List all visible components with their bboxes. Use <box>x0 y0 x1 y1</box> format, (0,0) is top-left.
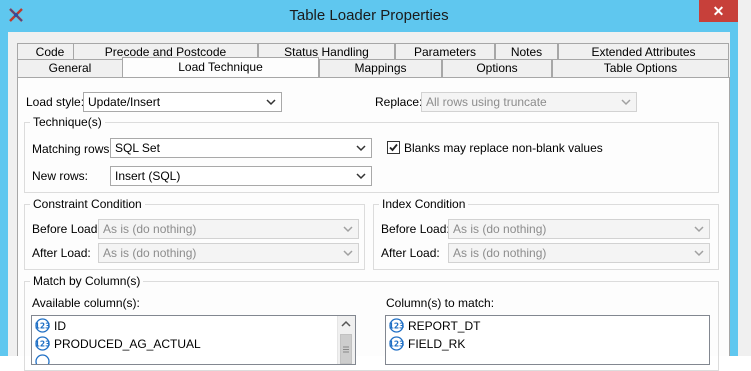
index-before-label: Before Load: <box>381 222 450 236</box>
index-after-select[interactable]: As is (do nothing) <box>448 243 710 263</box>
tab-options[interactable]: Options <box>442 59 552 77</box>
new-rows-select[interactable]: Insert (SQL) <box>110 166 372 186</box>
chevron-down-icon <box>343 250 353 257</box>
blanks-label[interactable]: Blanks may replace non-blank values <box>404 141 603 155</box>
new-rows-value: Insert (SQL) <box>115 169 181 183</box>
tab-table-options[interactable]: Table Options <box>552 59 729 77</box>
chevron-down-icon <box>343 226 353 233</box>
close-button[interactable]: ✕ <box>699 0 738 22</box>
chevron-down-icon <box>694 226 704 233</box>
blanks-checkbox[interactable] <box>387 141 400 154</box>
technique-group-title: Technique(s) <box>30 115 105 129</box>
columns-to-match-list[interactable]: 123 REPORT_DT 123 FIELD_RK <box>385 315 710 365</box>
numeric-column-icon: 123 <box>389 318 404 333</box>
chevron-down-icon <box>356 145 366 152</box>
title-bar[interactable]: Table Loader Properties ✕ <box>0 0 738 32</box>
scroll-up-button[interactable] <box>338 316 354 332</box>
column-name: REPORT_DT <box>408 319 481 333</box>
match-group-title: Match by Column(s) <box>30 274 144 288</box>
available-columns-label: Available column(s): <box>32 296 140 310</box>
column-name: PRODUCED_AG_ACTUAL <box>54 337 201 351</box>
tab-notes[interactable]: Notes <box>495 43 558 59</box>
close-icon: ✕ <box>712 3 725 19</box>
constraint-before-value: As is (do nothing) <box>103 222 197 236</box>
chevron-down-icon <box>621 99 631 106</box>
columns-to-match-label: Column(s) to match: <box>386 296 495 310</box>
svg-text:123: 123 <box>389 340 404 349</box>
new-rows-label: New rows: <box>32 169 89 183</box>
load-style-select[interactable]: Update/Insert <box>83 92 282 112</box>
svg-text:123: 123 <box>35 322 50 331</box>
window-title: Table Loader Properties <box>289 7 449 24</box>
tab-mappings[interactable]: Mappings <box>319 59 442 77</box>
svg-text:123: 123 <box>389 322 404 331</box>
tab-extended-attributes[interactable]: Extended Attributes <box>558 43 729 59</box>
constraint-group-title: Constraint Condition <box>30 197 145 211</box>
chevron-up-icon <box>341 320 351 327</box>
index-group-title: Index Condition <box>379 197 469 211</box>
constraint-before-label: Before Load: <box>32 222 101 236</box>
replace-select[interactable]: All rows using truncate <box>421 92 637 112</box>
numeric-column-icon: 123 <box>389 336 404 351</box>
chevron-down-icon <box>356 173 366 180</box>
replace-label: Replace: <box>375 95 423 109</box>
column-name: FIELD_RK <box>408 337 466 351</box>
load-style-label: Load style: <box>26 95 85 109</box>
constraint-after-label: After Load: <box>32 246 91 260</box>
constraint-after-select[interactable]: As is (do nothing) <box>98 243 359 263</box>
tab-parameters[interactable]: Parameters <box>395 43 495 59</box>
index-after-value: As is (do nothing) <box>453 246 547 260</box>
index-before-select[interactable]: As is (do nothing) <box>448 219 710 239</box>
column-name: ID <box>54 319 66 333</box>
grip-icon <box>343 346 349 353</box>
constraint-after-value: As is (do nothing) <box>103 246 197 260</box>
index-before-value: As is (do nothing) <box>453 222 547 236</box>
available-columns-list[interactable]: 123 ID 123 PRODUCED_AG_ACTUAL <box>31 315 356 365</box>
constraint-before-select[interactable]: As is (do nothing) <box>98 219 359 239</box>
checkmark-icon <box>389 143 398 152</box>
chevron-down-icon <box>694 250 704 257</box>
load-style-value: Update/Insert <box>88 95 161 109</box>
available-list-scrollbar[interactable] <box>337 316 355 364</box>
chevron-down-icon <box>266 99 276 106</box>
numeric-column-icon: 123 <box>35 336 50 351</box>
replace-value: All rows using truncate <box>426 95 547 109</box>
matching-rows-label: Matching rows: <box>32 142 113 156</box>
index-after-label: After Load: <box>381 246 440 260</box>
svg-text:123: 123 <box>35 340 50 349</box>
tab-general[interactable]: General <box>17 59 123 77</box>
scroll-thumb[interactable] <box>340 334 352 364</box>
tab-load-technique[interactable]: Load Technique <box>122 57 319 77</box>
matching-rows-value: SQL Set <box>115 141 160 155</box>
numeric-column-icon: 123 <box>35 318 50 333</box>
dialog-window: Table Loader Properties ✕ Code Precode a… <box>0 0 738 371</box>
load-technique-panel: Load style: Update/Insert Replace: All r… <box>17 77 730 371</box>
matching-rows-select[interactable]: SQL Set <box>110 138 372 158</box>
